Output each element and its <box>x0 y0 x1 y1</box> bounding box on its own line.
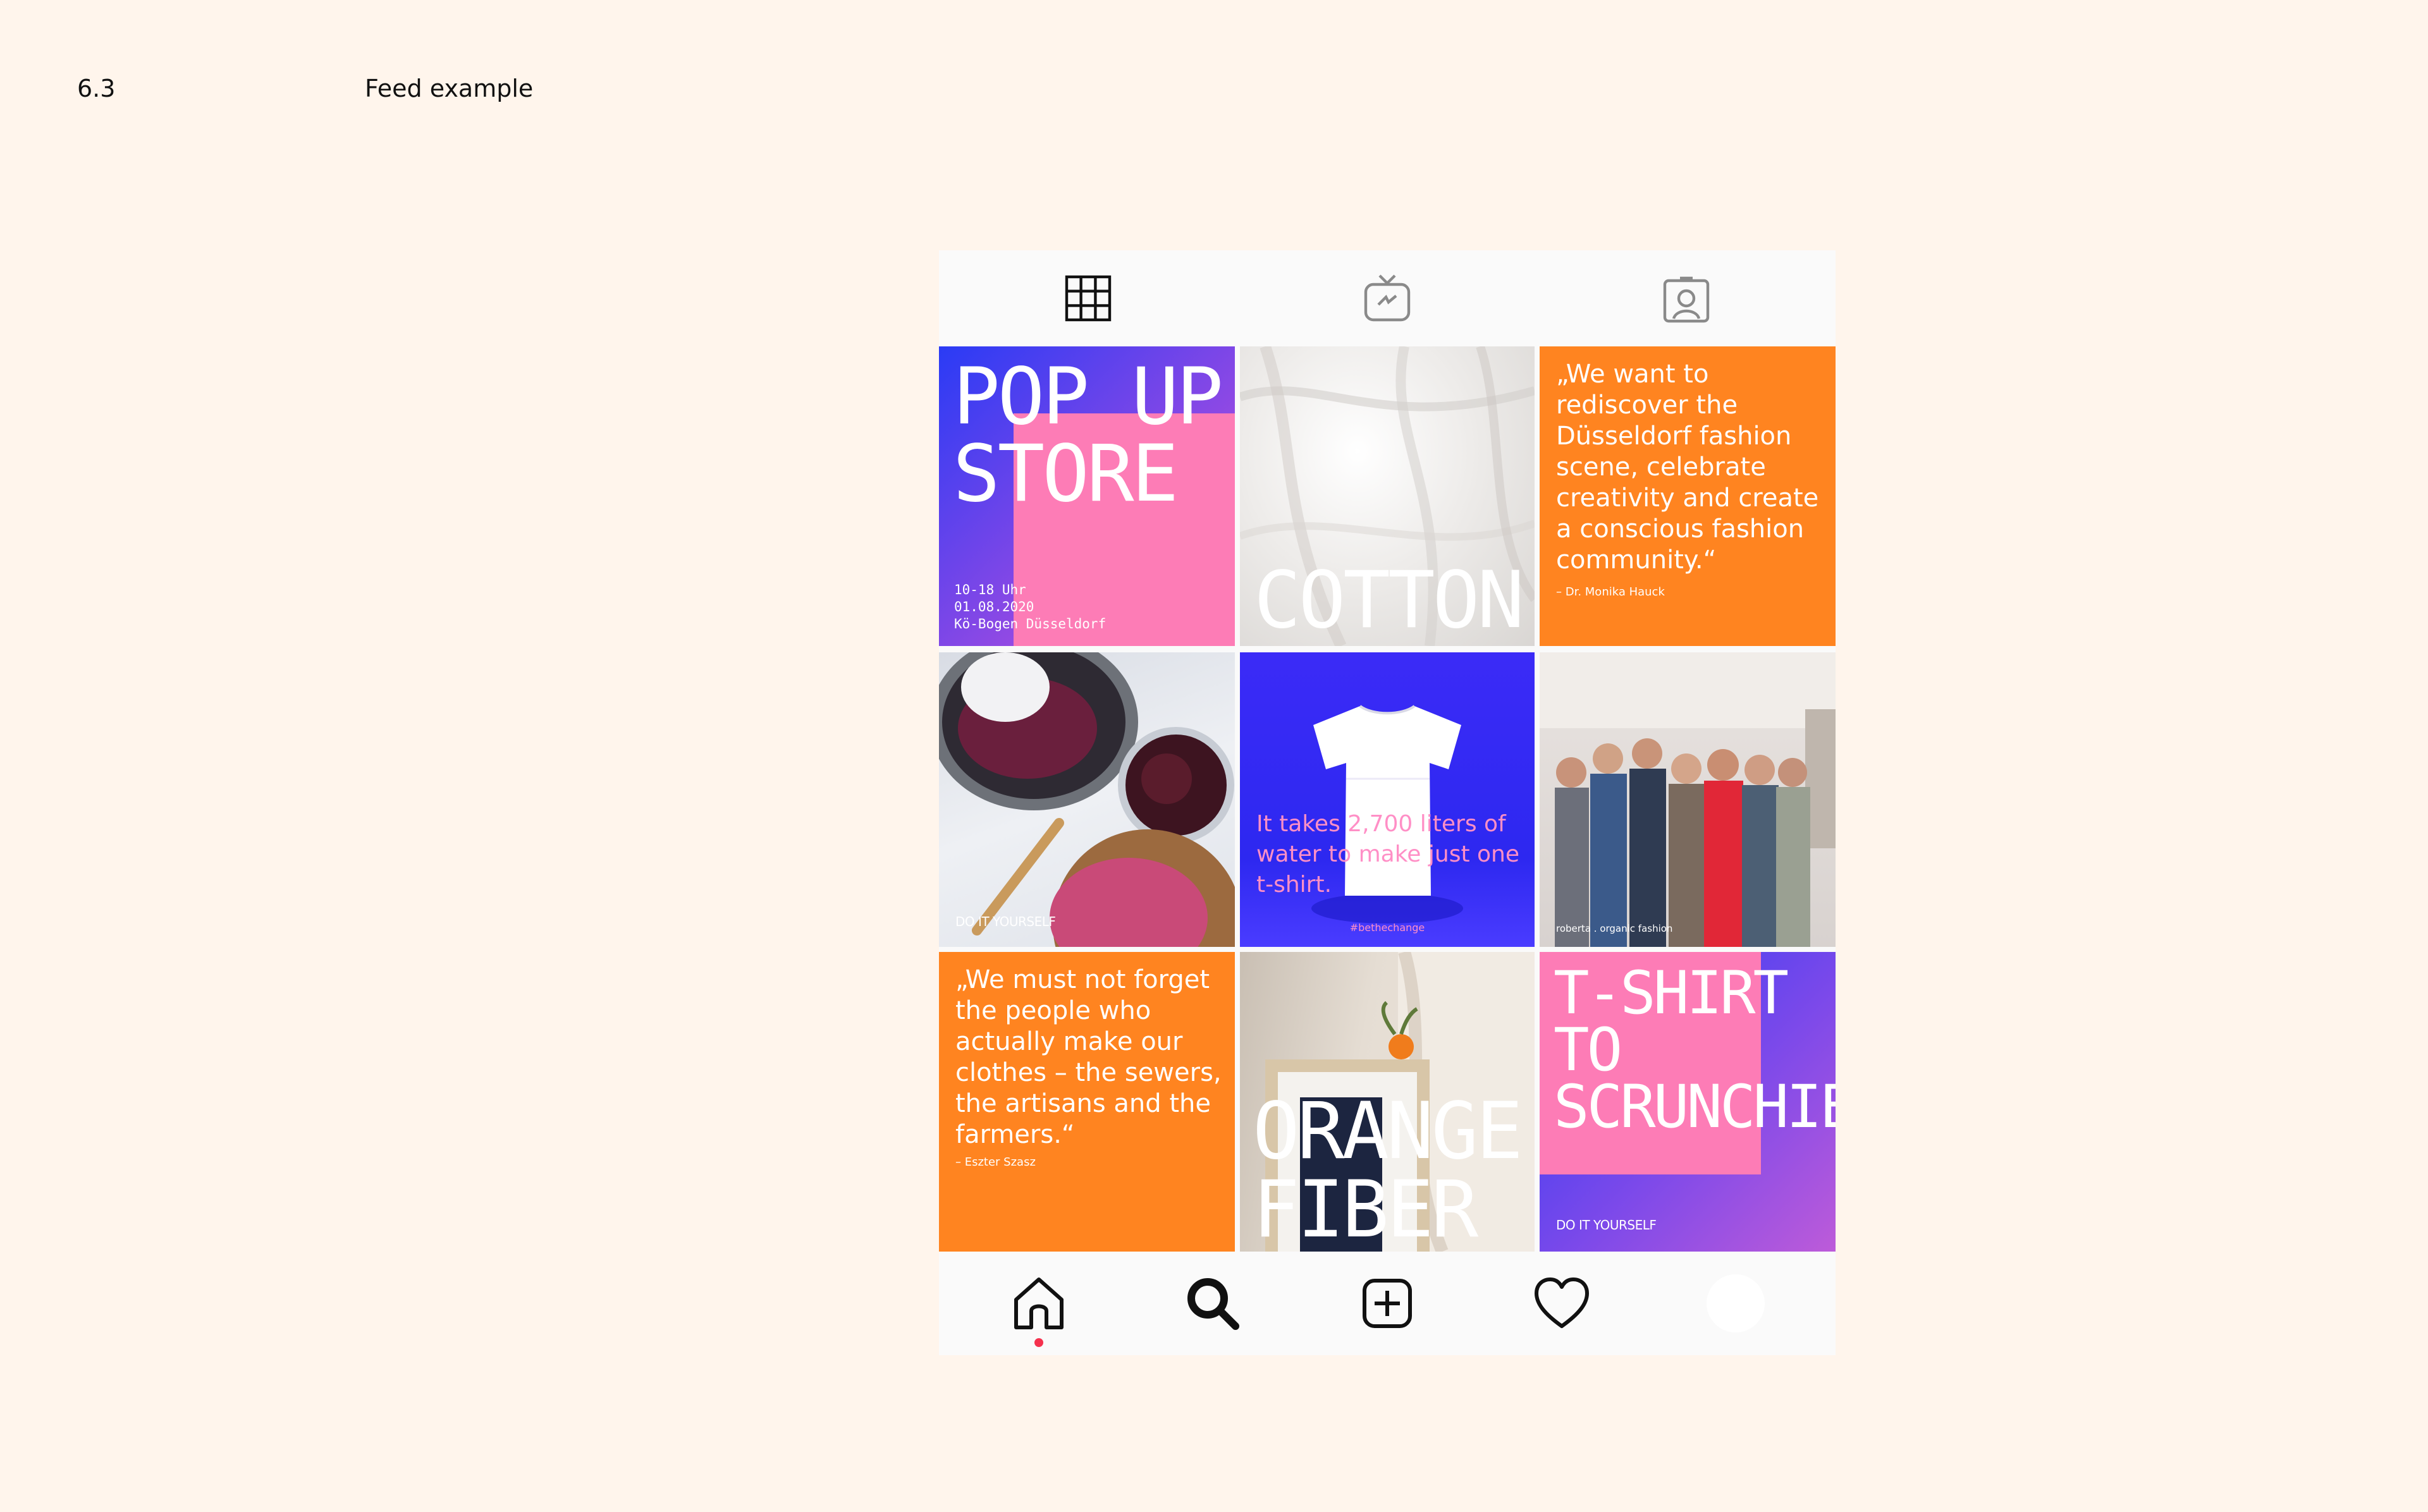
group-photo-caption: roberta . organic fashion <box>1556 923 1673 934</box>
section-title: Feed example <box>365 75 534 102</box>
add-post-icon <box>1362 1279 1412 1328</box>
tab-igtv[interactable] <box>1238 250 1537 346</box>
popup-location: Kö-Bogen Düsseldorf <box>954 616 1107 631</box>
water-fact-hashtag: #bethechange <box>1349 922 1425 934</box>
grid-icon <box>1065 275 1112 322</box>
tab-tagged[interactable] <box>1536 250 1836 346</box>
section-number: 6.3 <box>77 75 116 102</box>
scrunchie-title-line1: T-SHIRT <box>1554 959 1789 1028</box>
diy-tag: DO IT YOURSELF <box>955 914 1056 929</box>
post-popup-store[interactable]: POP UP STORE 10-18 Uhr 01.08.2020 Kö-Bog… <box>939 346 1235 646</box>
post-water-fact[interactable]: It takes 2,700 liters of water to make j… <box>1240 652 1535 947</box>
nav-search[interactable] <box>1178 1269 1248 1338</box>
dye-pot-image <box>939 652 1235 947</box>
profile-tab-bar <box>939 250 1836 346</box>
post-group-photo[interactable]: roberta . organic fashion <box>1540 652 1836 947</box>
nav-add-post[interactable] <box>1352 1269 1422 1338</box>
profile-avatar <box>1707 1274 1765 1332</box>
nav-profile[interactable] <box>1701 1269 1770 1338</box>
popup-date: 01.08.2020 <box>954 599 1034 614</box>
tshirt-image <box>1311 705 1463 924</box>
cotton-title: COTTON <box>1254 555 1524 646</box>
home-icon <box>1014 1277 1064 1329</box>
nav-home[interactable] <box>1004 1269 1074 1347</box>
active-indicator-dot <box>1034 1338 1043 1347</box>
heart-icon <box>1534 1277 1589 1328</box>
popup-title-line1: POP UP <box>953 351 1223 442</box>
quote-text: „We want to rediscover the Düsseldorf fa… <box>1556 360 1819 575</box>
tab-grid[interactable] <box>939 250 1238 346</box>
water-fact-text: It takes 2,700 liters of water to make j… <box>1256 811 1520 898</box>
tagged-profile-icon <box>1663 276 1709 323</box>
bottom-navigation <box>939 1252 1836 1355</box>
diy-tag: DO IT YOURSELF <box>1556 1217 1657 1233</box>
scrunchie-title-line2: TO <box>1554 1016 1622 1085</box>
quote-author: – Eszter Szasz <box>955 1155 1036 1169</box>
group-photo-image <box>1540 652 1836 947</box>
quote-author: – Dr. Monika Hauck <box>1556 585 1665 599</box>
post-diy-dyeing[interactable]: DO IT YOURSELF <box>939 652 1235 947</box>
instagram-feed-mockup: POP UP STORE 10-18 Uhr 01.08.2020 Kö-Bog… <box>939 250 1836 1355</box>
post-grid: POP UP STORE 10-18 Uhr 01.08.2020 Kö-Bog… <box>939 346 1836 1252</box>
orange-fiber-title-line1: ORANGE <box>1253 1086 1523 1177</box>
orange-fiber-title-line2: FIBER <box>1253 1164 1478 1252</box>
popup-time: 10-18 Uhr <box>954 582 1026 597</box>
igtv-icon <box>1364 274 1411 322</box>
post-quote-szasz[interactable]: „We must not forget the people who actua… <box>939 952 1235 1252</box>
popup-event-info: 10-18 Uhr 01.08.2020 Kö-Bogen Düsseldorf <box>954 582 1106 633</box>
post-orange-fiber[interactable]: ORANGE FIBER <box>1240 952 1535 1252</box>
popup-title-line2: STORE <box>953 429 1179 520</box>
post-tshirt-to-scrunchie[interactable]: T-SHIRT TO SCRUNCHIE DO IT YOURSELF <box>1540 952 1836 1252</box>
scrunchie-title-line3: SCRUNCHIE <box>1554 1073 1836 1142</box>
search-icon <box>1187 1278 1240 1330</box>
quote-text: „We must not forget the people who actua… <box>955 965 1222 1149</box>
post-cotton[interactable]: COTTON <box>1240 346 1535 646</box>
nav-activity[interactable] <box>1527 1269 1597 1338</box>
post-quote-hauck[interactable]: „We want to rediscover the Düsseldorf fa… <box>1540 346 1836 646</box>
